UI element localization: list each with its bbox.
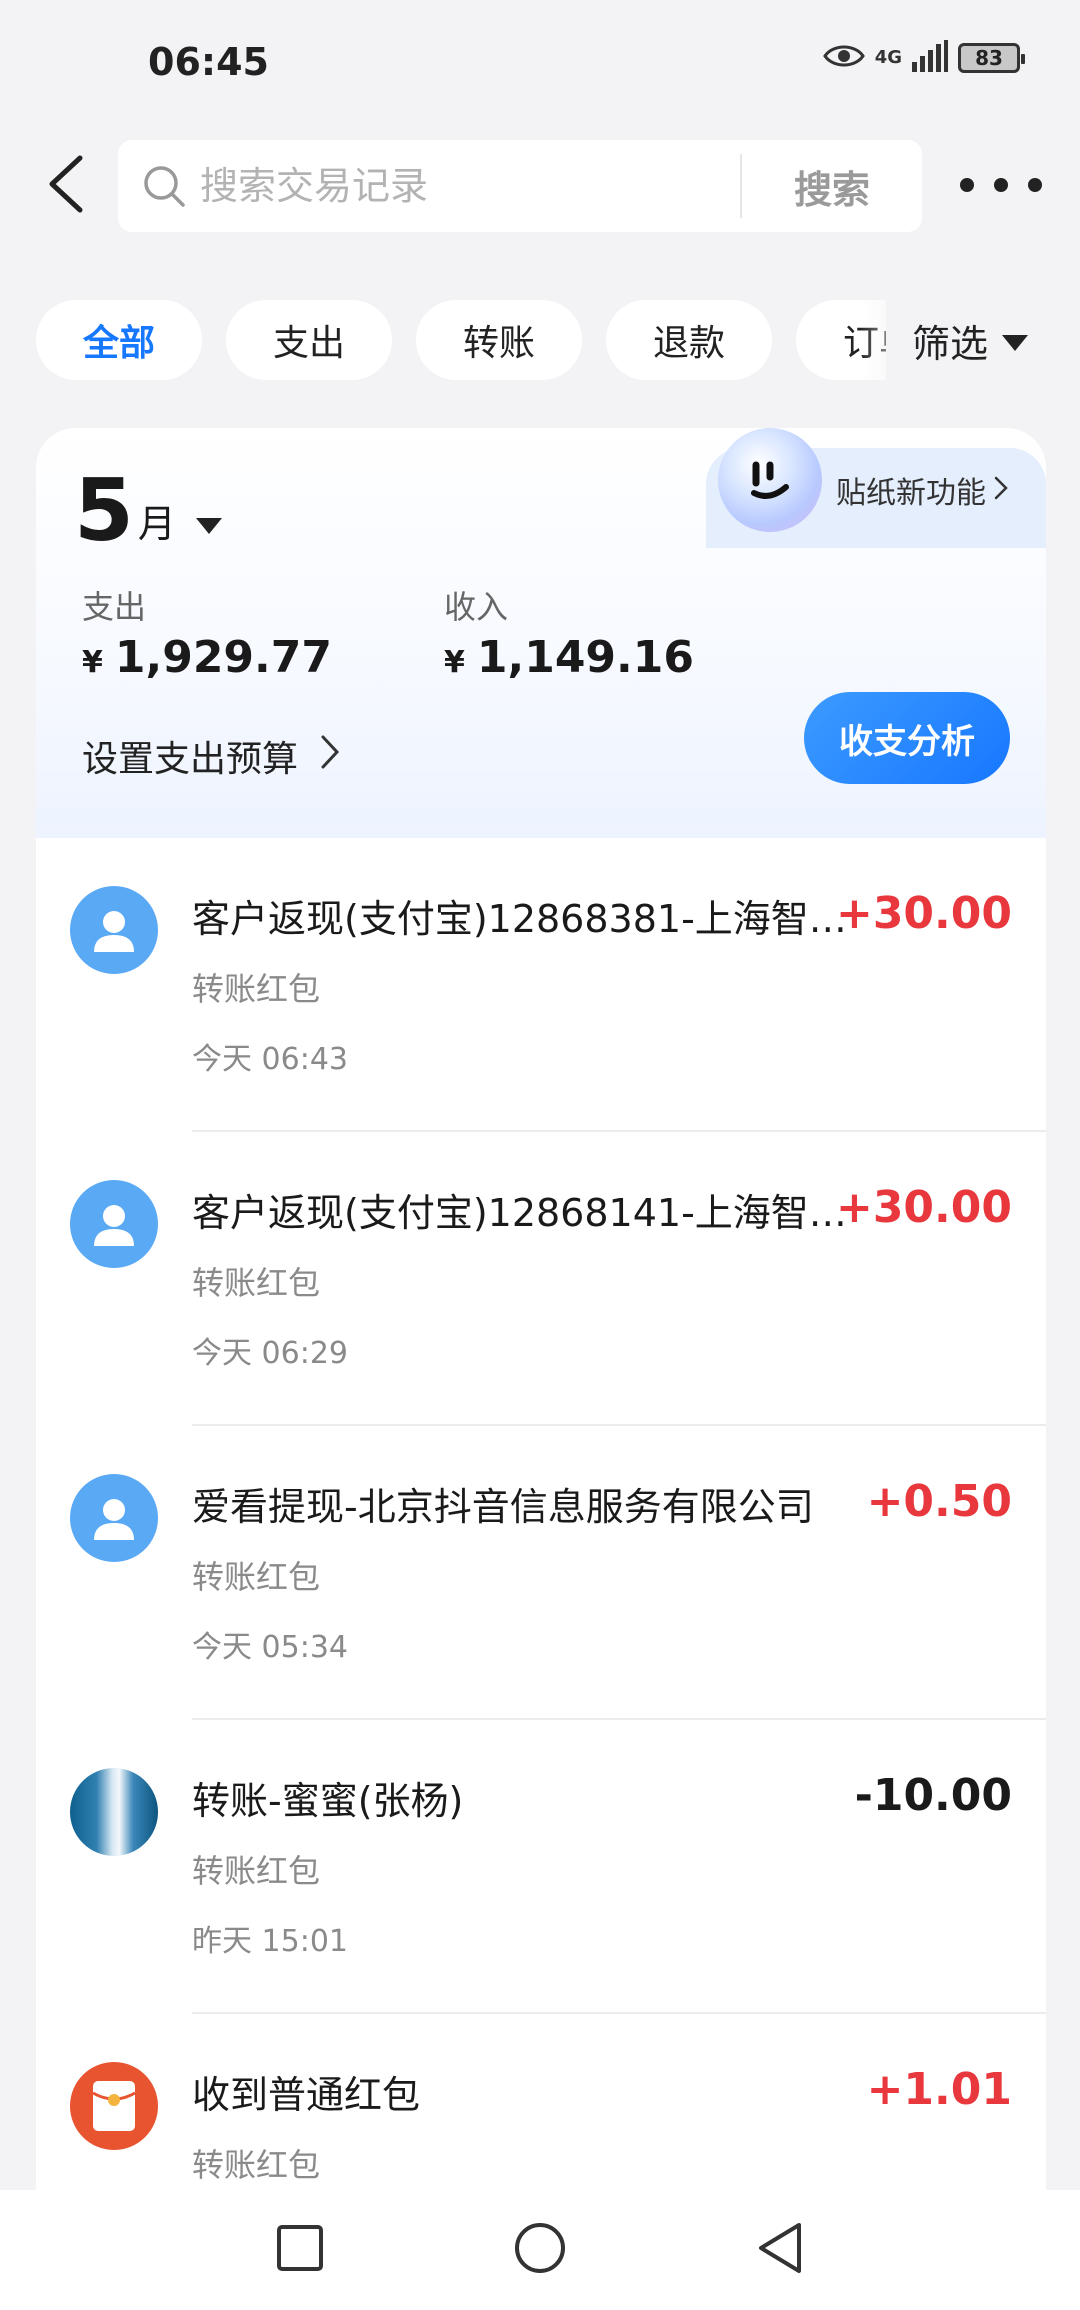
square-icon — [276, 2224, 324, 2276]
caret-down-icon — [1000, 318, 1030, 362]
triangle-back-icon — [755, 2221, 805, 2279]
transaction-amount: +1.01 — [866, 2064, 1012, 2115]
tab-expense[interactable]: 支出 — [226, 300, 392, 380]
circle-icon — [513, 2221, 567, 2279]
default-user-icon — [70, 1180, 158, 1268]
more-dot-icon — [994, 178, 1008, 192]
battery-icon: 83 — [958, 43, 1025, 73]
transaction-category: 转账红包 — [192, 1558, 321, 1596]
search-box: 搜索 — [118, 140, 922, 232]
transaction-row[interactable]: 客户返现(支付宝)12868141-上海智能科技有限公司 +30.00 转账红包… — [36, 1132, 1046, 1426]
filter-label: 筛选 — [912, 321, 989, 366]
red-packet-icon — [70, 2062, 158, 2150]
default-user-icon — [70, 886, 158, 974]
set-budget-link[interactable]: 设置支出预算 — [82, 730, 340, 782]
income-expense-analysis-button[interactable]: 收支分析 — [804, 692, 1010, 784]
income-total: ¥ 1,149.16 — [444, 632, 694, 683]
chevron-right-icon — [994, 473, 1008, 508]
transaction-row[interactable]: 爱看提现-北京抖音信息服务有限公司 +0.50 转账红包 今天 05:34 — [36, 1426, 1046, 1720]
transaction-row[interactable]: 客户返现(支付宝)12868381-上海智能科技有限公司 +30.00 转账红包… — [36, 838, 1046, 1132]
transactions-card: 贴纸新功能 5 月 支出 ¥ 1,929.77 收入 ¥ 1,149.16 设置… — [36, 428, 1046, 2310]
expense-total: ¥ 1,929.77 — [82, 632, 332, 683]
transaction-category: 转账红包 — [192, 2146, 321, 2184]
back-button[interactable] — [36, 146, 96, 226]
search-button[interactable]: 搜索 — [742, 159, 922, 214]
tab-refund[interactable]: 退款 — [606, 300, 772, 380]
photo-avatar — [70, 1768, 158, 1856]
status-bar: 06:45 4G 83 — [0, 0, 1080, 120]
caret-down-icon — [194, 516, 224, 540]
transaction-title: 收到普通红包 — [192, 2073, 421, 2117]
month-number: 5 — [74, 461, 134, 561]
search-header: 搜索 — [0, 138, 1080, 234]
sticker-feature-label: 贴纸新功能 — [836, 476, 986, 511]
expense-label: 支出 — [82, 588, 147, 626]
more-dot-icon — [960, 178, 974, 192]
eye-icon — [822, 42, 865, 74]
signal-icon — [912, 40, 948, 76]
filter-button[interactable]: 筛选 — [908, 300, 1031, 380]
transaction-amount: +0.50 — [866, 1476, 1012, 1527]
more-options-button[interactable] — [960, 160, 1042, 210]
network-label: 4G — [874, 47, 902, 68]
currency-symbol: ¥ — [444, 645, 465, 680]
back-arrow-icon — [46, 154, 86, 218]
search-input[interactable] — [200, 164, 740, 208]
transaction-title: 爱看提现-北京抖音信息服务有限公司 — [192, 1485, 814, 1529]
more-dot-icon — [1028, 178, 1042, 192]
transaction-list: 客户返现(支付宝)12868381-上海智能科技有限公司 +30.00 转账红包… — [36, 838, 1046, 2308]
transaction-category: 转账红包 — [192, 1852, 321, 1890]
status-time: 06:45 — [148, 40, 269, 84]
default-user-icon — [70, 1474, 158, 1562]
home-button[interactable] — [495, 2205, 585, 2295]
status-icons: 4G 83 — [822, 40, 1025, 76]
expense-value: 1,929.77 — [114, 632, 332, 683]
tab-transfer[interactable]: 转账 — [416, 300, 582, 380]
income-label: 收入 — [444, 588, 509, 626]
month-selector[interactable]: 5 月 — [74, 468, 224, 554]
sticker-feature-link[interactable]: 贴纸新功能 — [836, 468, 1008, 512]
chevron-right-icon — [320, 734, 340, 779]
system-nav-bar — [0, 2190, 1080, 2310]
currency-symbol: ¥ — [82, 645, 103, 680]
transaction-category: 转账红包 — [192, 970, 321, 1008]
transaction-title: 客户返现(支付宝)12868141-上海智能科技有限公司 — [192, 1191, 852, 1235]
transaction-amount: +30.00 — [835, 888, 1012, 939]
month-unit: 月 — [137, 502, 176, 546]
battery-level: 83 — [975, 46, 1003, 70]
transaction-time: 今天 06:29 — [192, 1336, 348, 1371]
filter-tabs-row: 全部 支出 转账 退款 订单 筛选 — [0, 300, 1080, 380]
monthly-summary: 贴纸新功能 5 月 支出 ¥ 1,929.77 收入 ¥ 1,149.16 设置… — [36, 428, 1046, 838]
transaction-time: 今天 06:43 — [192, 1042, 348, 1077]
transaction-time: 今天 05:34 — [192, 1630, 348, 1665]
transaction-category: 转账红包 — [192, 1264, 321, 1302]
income-value: 1,149.16 — [476, 632, 694, 683]
budget-label: 设置支出预算 — [82, 739, 299, 780]
transaction-amount: -10.00 — [854, 1770, 1012, 1821]
search-icon — [140, 162, 188, 210]
tab-all[interactable]: 全部 — [36, 300, 202, 380]
sticker-icon[interactable] — [718, 428, 822, 532]
back-nav-button[interactable] — [735, 2205, 825, 2295]
transaction-time: 昨天 15:01 — [192, 1924, 348, 1959]
transaction-row[interactable]: 转账-蜜蜜(张杨) -10.00 转账红包 昨天 15:01 — [36, 1720, 1046, 2014]
filter-tabs[interactable]: 全部 支出 转账 退款 订单 — [36, 300, 886, 380]
recent-apps-button[interactable] — [255, 2205, 345, 2295]
transaction-title: 转账-蜜蜜(张杨) — [192, 1779, 464, 1823]
transaction-amount: +30.00 — [835, 1182, 1012, 1233]
transaction-title: 客户返现(支付宝)12868381-上海智能科技有限公司 — [192, 897, 852, 941]
